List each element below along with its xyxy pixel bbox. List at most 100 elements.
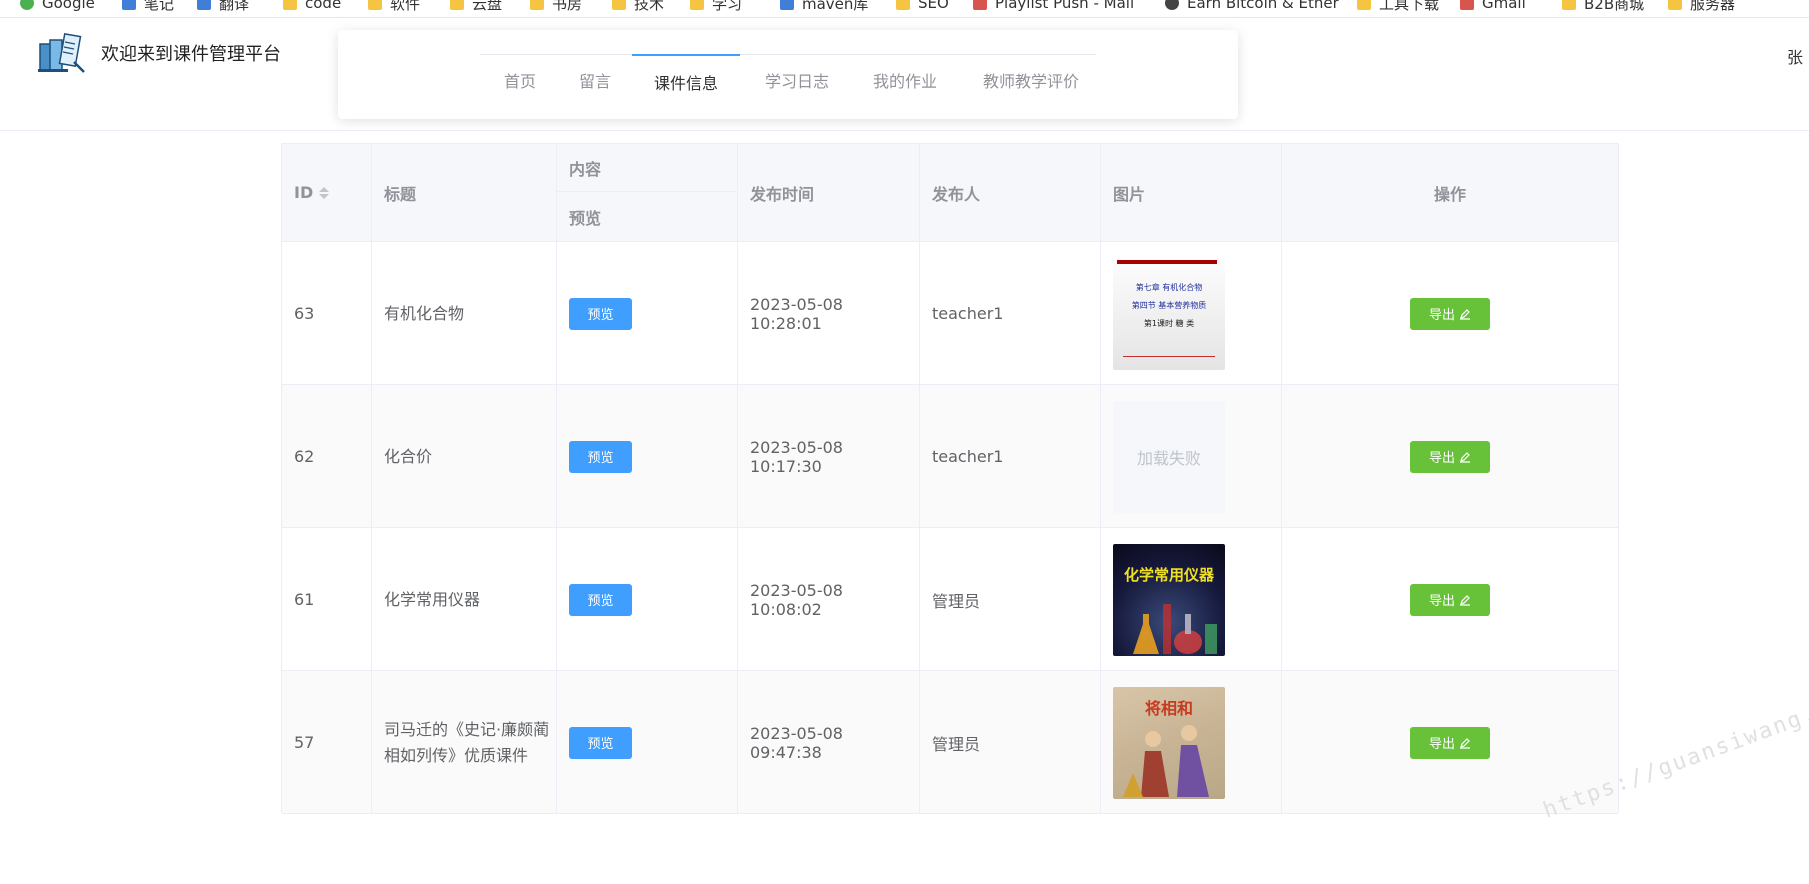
preview-button[interactable]: 预览 xyxy=(569,726,632,759)
bookmark-label: Earn Bitcoin & Ether xyxy=(1187,0,1339,12)
export-button[interactable]: 导出 xyxy=(1410,583,1490,616)
nav-item-study-log[interactable]: 学习日志 xyxy=(762,54,832,116)
bookmark-label: 工具下载 xyxy=(1379,0,1440,13)
app-header: 欢迎来到课件管理平台 首页 留言 课件信息 学习日志 我的作业 教师教学评价 张 xyxy=(0,18,1809,131)
table-row: 57 司马迁的《史记·廉颇蔺相如列传》优质课件 预览 2023-05-08 09… xyxy=(282,671,1618,814)
books-icon xyxy=(38,32,85,73)
folder-icon xyxy=(612,0,626,10)
bookmark-item[interactable]: Gmail xyxy=(1460,0,1526,14)
column-header-title: 标题 xyxy=(372,144,557,242)
bookmark-label: 软件 xyxy=(390,0,421,13)
cell-id: 61 xyxy=(282,528,372,671)
cell-preview: 预览 xyxy=(557,242,738,385)
sort-caret-icon[interactable] xyxy=(319,186,330,199)
translate-icon xyxy=(197,0,211,10)
courseware-thumbnail[interactable]: 化学常用仪器 xyxy=(1113,543,1225,656)
bookmark-item[interactable]: 服务器 xyxy=(1668,0,1735,14)
slide-line: 第七章 有机化合物 xyxy=(1135,282,1203,292)
export-button[interactable]: 导出 xyxy=(1410,297,1490,330)
cell-preview: 预览 xyxy=(557,528,738,671)
bookmark-label: Gmail xyxy=(1482,0,1526,12)
cell-id: 57 xyxy=(282,671,372,814)
bookmark-item[interactable]: 技术 xyxy=(612,0,664,14)
cell-title: 有机化合物 xyxy=(372,242,557,385)
cell-title: 化合价 xyxy=(372,385,557,528)
preview-button[interactable]: 预览 xyxy=(569,440,632,473)
bookmark-item[interactable]: 学习 xyxy=(690,0,742,14)
site-title: 欢迎来到课件管理平台 xyxy=(101,44,281,65)
preview-button[interactable]: 预览 xyxy=(569,583,632,616)
cell-publish-time: 2023-05-08 10:28:01 xyxy=(738,242,920,385)
painting-title: 将相和 xyxy=(1144,698,1193,718)
lab-glassware-icon xyxy=(1133,603,1217,654)
bookmark-item[interactable]: 软件 xyxy=(368,0,420,14)
maven-icon xyxy=(780,0,794,10)
nav-item-home[interactable]: 首页 xyxy=(500,54,540,116)
gmail-icon xyxy=(1460,0,1474,10)
slide-line: 第四节 基本营养物质 xyxy=(1131,300,1207,310)
cell-publisher: 管理员 xyxy=(920,528,1101,671)
bookmark-label: 学习 xyxy=(712,0,743,13)
bookmark-item[interactable]: code xyxy=(283,0,341,14)
nav-item-teacher-evaluation[interactable]: 教师教学评价 xyxy=(978,54,1084,116)
column-header-publisher: 发布人 xyxy=(920,144,1101,242)
bookmark-label: SEO xyxy=(918,0,949,12)
folder-icon xyxy=(1562,0,1576,10)
folder-icon xyxy=(368,0,382,10)
bookmark-item[interactable]: Google xyxy=(20,0,95,14)
export-button[interactable]: 导出 xyxy=(1410,440,1490,473)
column-header-image: 图片 xyxy=(1101,144,1282,242)
column-header-id[interactable]: ID xyxy=(282,144,372,242)
folder-icon xyxy=(530,0,544,10)
courseware-thumbnail[interactable]: 将相和 xyxy=(1113,686,1225,799)
bookmark-item[interactable]: 翻译 xyxy=(197,0,249,14)
google-icon xyxy=(20,0,34,10)
bookmark-item[interactable]: maven库 xyxy=(780,0,868,14)
lab-title: 化学常用仪器 xyxy=(1123,565,1214,584)
nav-item-messages[interactable]: 留言 xyxy=(575,54,615,116)
nav-item-homework[interactable]: 我的作业 xyxy=(870,54,940,116)
bookmark-item[interactable]: Earn Bitcoin & Ether xyxy=(1165,0,1339,14)
cell-publisher: teacher1 xyxy=(920,385,1101,528)
bookmark-item[interactable]: 书房 xyxy=(530,0,582,14)
folder-icon xyxy=(1357,0,1371,10)
nav-item-courseware[interactable]: 课件信息 xyxy=(632,54,740,116)
slide-line: 第1课时 糖 类 xyxy=(1143,318,1195,328)
bookmark-item[interactable]: SEO xyxy=(896,0,949,14)
cell-publish-time: 2023-05-08 09:47:38 xyxy=(738,671,920,814)
playlist-icon xyxy=(973,0,987,10)
export-button[interactable]: 导出 xyxy=(1410,726,1490,759)
user-name[interactable]: 张 xyxy=(1787,44,1803,68)
cell-image: 将相和 xyxy=(1101,671,1282,814)
cell-preview: 预览 xyxy=(557,671,738,814)
cell-actions: 导出 xyxy=(1282,528,1618,671)
table-row: 63 有机化合物 预览 2023-05-08 10:28:01 teacher1… xyxy=(282,242,1618,385)
bookmark-item[interactable]: 云盘 xyxy=(450,0,502,14)
bitcoin-icon xyxy=(1165,0,1179,10)
cell-publisher: teacher1 xyxy=(920,242,1101,385)
courseware-thumbnail[interactable]: 第七章 有机化合物 第四节 基本营养物质 第1课时 糖 类 xyxy=(1113,257,1225,370)
folder-icon xyxy=(1668,0,1682,10)
slide-bottom-line xyxy=(1123,355,1215,357)
nav-menu: 首页 留言 课件信息 学习日志 我的作业 教师教学评价 xyxy=(338,30,1238,119)
cell-title: 化学常用仪器 xyxy=(372,528,557,671)
bookmark-label: maven库 xyxy=(802,0,869,13)
bookmark-label: B2B商城 xyxy=(1584,0,1645,13)
column-header-preview: 预览 xyxy=(557,192,738,242)
cell-actions: 导出 xyxy=(1282,385,1618,528)
bookmark-label: Playlist Push - Mail xyxy=(995,0,1135,12)
bookmark-item[interactable]: B2B商城 xyxy=(1562,0,1644,14)
cell-image: 第七章 有机化合物 第四节 基本营养物质 第1课时 糖 类 xyxy=(1101,242,1282,385)
cell-publisher: 管理员 xyxy=(920,671,1101,814)
cell-actions: 导出 xyxy=(1282,242,1618,385)
bookmark-item[interactable]: 笔记 xyxy=(122,0,174,14)
folder-icon xyxy=(283,0,297,10)
bookmark-label: 笔记 xyxy=(144,0,175,13)
edit-icon xyxy=(1460,451,1470,463)
bookmark-label: 翻译 xyxy=(219,0,250,13)
preview-button[interactable]: 预览 xyxy=(569,297,632,330)
bookmark-item[interactable]: Playlist Push - Mail xyxy=(973,0,1134,14)
cell-title: 司马迁的《史记·廉颇蔺相如列传》优质课件 xyxy=(372,671,557,814)
table-row: 61 化学常用仪器 预览 2023-05-08 10:08:02 管理员 化学常… xyxy=(282,528,1618,671)
bookmark-item[interactable]: 工具下载 xyxy=(1357,0,1439,14)
